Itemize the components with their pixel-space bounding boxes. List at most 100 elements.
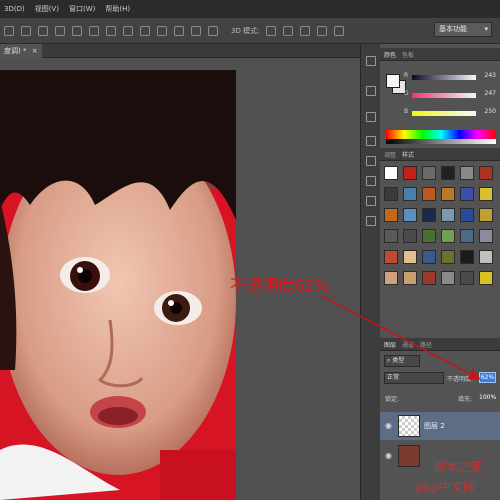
clone-source-icon[interactable] — [366, 176, 376, 186]
red-value[interactable]: 243 — [485, 72, 496, 79]
style-swatch[interactable] — [384, 208, 398, 222]
style-swatch[interactable] — [384, 229, 398, 243]
drag-3d-icon[interactable] — [300, 25, 311, 36]
style-swatch[interactable] — [441, 208, 455, 222]
style-swatch[interactable] — [441, 229, 455, 243]
style-swatch[interactable] — [403, 187, 417, 201]
style-swatch[interactable] — [422, 229, 436, 243]
style-swatch[interactable] — [384, 271, 398, 285]
style-swatch[interactable] — [422, 208, 436, 222]
blue-value[interactable]: 250 — [485, 108, 496, 115]
tab-swatches[interactable]: 色板 — [402, 50, 414, 59]
color-spectrum[interactable] — [386, 130, 496, 144]
style-swatch[interactable] — [479, 187, 493, 201]
rotate-3d-icon[interactable] — [266, 25, 277, 36]
layer-row[interactable]: ◉ 图层 2 — [380, 412, 500, 440]
brush-preset-icon[interactable] — [366, 156, 376, 166]
paragraph-icon[interactable] — [366, 216, 376, 226]
tab-adjustments[interactable]: 调整 — [384, 150, 396, 159]
style-swatch[interactable] — [460, 271, 474, 285]
visibility-eye-icon[interactable]: ◉ — [385, 421, 392, 430]
style-swatch[interactable] — [384, 250, 398, 264]
style-swatch[interactable] — [479, 229, 493, 243]
history-icon[interactable] — [366, 86, 376, 96]
style-swatch[interactable] — [403, 250, 417, 264]
opacity-input[interactable]: 62% — [479, 372, 496, 383]
green-gradient-bar[interactable] — [412, 93, 476, 98]
style-swatch[interactable] — [441, 271, 455, 285]
visibility-eye-icon[interactable]: ◉ — [385, 451, 392, 460]
style-swatch[interactable] — [460, 208, 474, 222]
watermark-line-2: php中文网 — [416, 480, 476, 494]
document-tab[interactable]: 度调) * × — [0, 44, 42, 58]
canvas-photo[interactable] — [0, 70, 236, 500]
style-swatch[interactable] — [384, 187, 398, 201]
info-icon[interactable] — [366, 112, 376, 122]
style-swatch[interactable] — [403, 208, 417, 222]
style-swatch[interactable] — [479, 250, 493, 264]
workspace-select[interactable]: 基本功能 — [434, 22, 492, 37]
align-left-icon[interactable] — [72, 25, 82, 36]
style-swatch[interactable] — [403, 166, 417, 180]
style-swatch[interactable] — [403, 229, 417, 243]
slider-blue[interactable]: B 250 — [404, 108, 498, 120]
style-swatch[interactable] — [403, 271, 417, 285]
align-bottom-icon[interactable] — [55, 25, 65, 36]
close-icon[interactable]: × — [32, 47, 38, 55]
style-swatch[interactable] — [441, 250, 455, 264]
style-swatch[interactable] — [422, 250, 436, 264]
options-bar: 3D 模式: 基本功能 — [0, 18, 500, 44]
style-swatch[interactable] — [441, 166, 455, 180]
character-icon[interactable] — [366, 196, 376, 206]
distribute-center-icon[interactable] — [191, 25, 201, 36]
tool-option-icon[interactable] — [4, 25, 14, 36]
scale-3d-icon[interactable] — [334, 25, 345, 36]
tab-layers[interactable]: 图层 — [384, 340, 396, 349]
style-swatch[interactable] — [460, 250, 474, 264]
distribute-middle-icon[interactable] — [140, 25, 150, 36]
style-swatch[interactable] — [460, 229, 474, 243]
slide-3d-icon[interactable] — [317, 25, 328, 36]
align-top-icon[interactable] — [21, 25, 31, 36]
align-center-icon[interactable] — [89, 25, 99, 36]
style-swatch[interactable] — [422, 271, 436, 285]
tab-color[interactable]: 颜色 — [384, 50, 396, 59]
style-swatch[interactable] — [460, 166, 474, 180]
roll-3d-icon[interactable] — [283, 25, 294, 36]
distribute-left-icon[interactable] — [174, 25, 184, 36]
tab-paths[interactable]: 路径 — [420, 340, 432, 349]
foreground-color-swatch[interactable] — [386, 74, 400, 88]
tab-styles[interactable]: 样式 — [402, 150, 414, 159]
menu-item-view[interactable]: 视图(V) — [35, 4, 59, 14]
style-swatch[interactable] — [479, 271, 493, 285]
layer-filter-select[interactable]: ⌕ 类型 — [384, 355, 420, 367]
slider-green[interactable]: G 247 — [404, 90, 498, 102]
distribute-bottom-icon[interactable] — [157, 25, 167, 36]
document-tab-row: 度调) * × — [0, 44, 360, 58]
style-swatch[interactable] — [479, 166, 493, 180]
style-swatch[interactable] — [460, 187, 474, 201]
green-value[interactable]: 247 — [485, 90, 496, 97]
slider-red[interactable]: R 243 — [404, 72, 498, 84]
style-swatch[interactable] — [441, 187, 455, 201]
red-gradient-bar[interactable] — [412, 75, 476, 80]
align-middle-icon[interactable] — [38, 25, 48, 36]
align-right-icon[interactable] — [106, 25, 116, 36]
style-swatch[interactable] — [422, 187, 436, 201]
menu-item-3d[interactable]: 3D(D) — [4, 5, 25, 13]
distribute-right-icon[interactable] — [208, 25, 218, 36]
menu-item-help[interactable]: 帮助(H) — [105, 4, 130, 14]
style-swatch[interactable] — [479, 208, 493, 222]
collapse-panels-icon[interactable] — [366, 56, 376, 66]
brush-icon[interactable] — [366, 136, 376, 146]
distribute-top-icon[interactable] — [123, 25, 133, 36]
blend-mode-select[interactable]: 正常 — [384, 372, 444, 384]
fill-input[interactable]: 100% — [479, 394, 496, 401]
tab-channels[interactable]: 通道 — [402, 340, 414, 349]
layer-name[interactable]: 图层 2 — [424, 421, 445, 431]
menu-item-window[interactable]: 窗口(W) — [69, 4, 95, 14]
style-swatch[interactable] — [422, 166, 436, 180]
blue-gradient-bar[interactable] — [412, 111, 476, 116]
style-swatch[interactable] — [384, 166, 398, 180]
styles-panel-tabs: 调整 样式 — [380, 148, 500, 161]
